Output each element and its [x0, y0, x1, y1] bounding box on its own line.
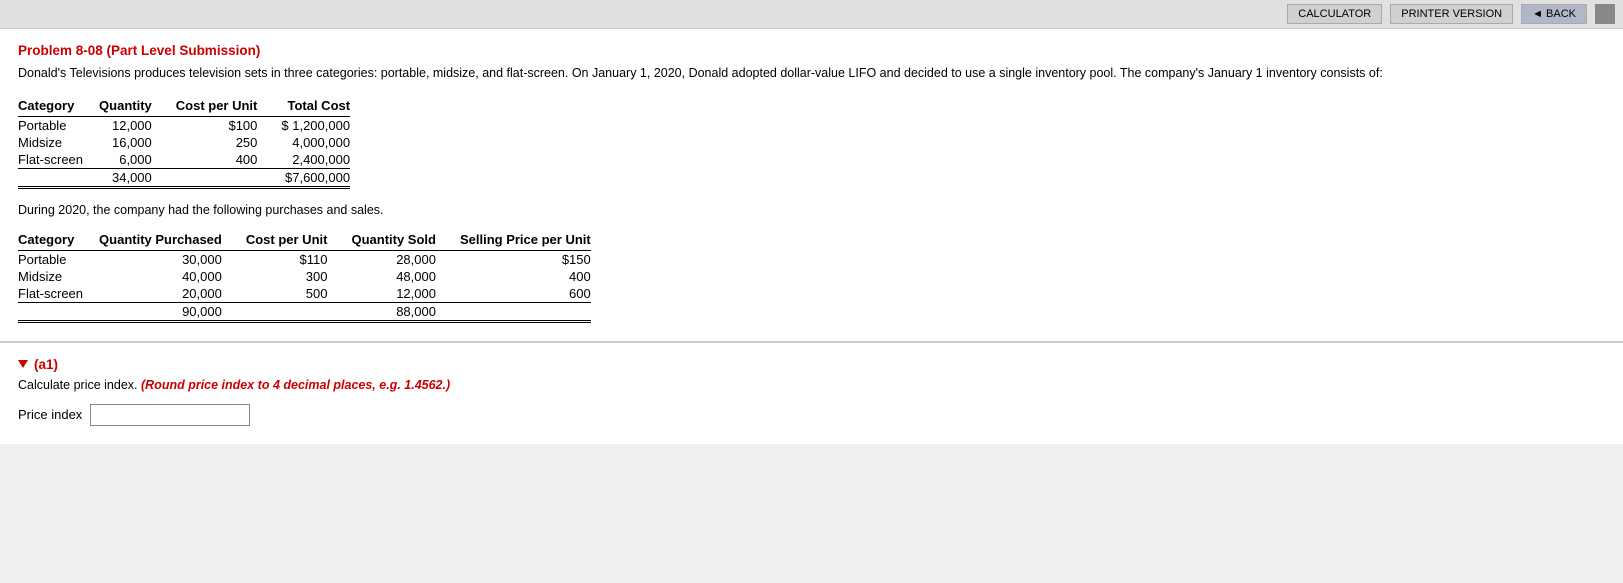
cost-midsize: 250	[176, 134, 282, 151]
problem-description: Donald's Televisions produces television…	[18, 64, 1605, 83]
problem-title: Problem 8-08 (Part Level Submission)	[18, 43, 1605, 58]
total-quantity: 34,000	[99, 168, 176, 187]
p-cost-portable: $110	[246, 250, 352, 268]
main-container: Problem 8-08 (Part Level Submission) Don…	[0, 29, 1623, 444]
collapse-icon[interactable]	[18, 360, 28, 368]
table-row: Flat-screen 6,000 400 2,400,000	[18, 151, 350, 169]
answer-section: (a1) Calculate price index. (Round price…	[0, 343, 1623, 444]
table-row: Midsize 16,000 250 4,000,000	[18, 134, 350, 151]
problem-section: Problem 8-08 (Part Level Submission) Don…	[0, 29, 1623, 343]
p-cost-midsize: 300	[246, 268, 352, 285]
calculator-button[interactable]: CALCULATOR	[1287, 4, 1382, 24]
p-qty-purchased-flatscreen: 20,000	[99, 285, 246, 303]
top-bar: CALCULATOR PRINTER VERSION ◄ BACK	[0, 0, 1623, 29]
inventory-header-category: Category	[18, 97, 99, 117]
printer-version-button[interactable]: PRINTER VERSION	[1390, 4, 1513, 24]
total-portable: $ 1,200,000	[281, 116, 350, 134]
total-midsize: 4,000,000	[281, 134, 350, 151]
purchases-table: Category Quantity Purchased Cost per Uni…	[18, 231, 591, 323]
p-sell-portable: $150	[460, 250, 591, 268]
menu-icon	[1595, 4, 1615, 24]
p-sell-flatscreen: 600	[460, 285, 591, 303]
purchases-total-row: 90,000 88,000	[18, 302, 591, 321]
price-index-row: Price index	[18, 404, 1605, 426]
p-category-midsize: Midsize	[18, 268, 99, 285]
p-total-qty-purchased: 90,000	[99, 302, 246, 321]
answer-instructions: Calculate price index. (Round price inde…	[18, 378, 1605, 392]
inventory-total-row: 34,000 $7,600,000	[18, 168, 350, 187]
purchases-header-qty-purchased: Quantity Purchased	[99, 231, 246, 251]
category-midsize: Midsize	[18, 134, 99, 151]
p-total-qty-sold: 88,000	[351, 302, 460, 321]
grand-total-cost: $7,600,000	[281, 168, 350, 187]
p-qty-purchased-portable: 30,000	[99, 250, 246, 268]
table-row: Portable 12,000 $100 $ 1,200,000	[18, 116, 350, 134]
answer-title: (a1)	[18, 357, 1605, 372]
purchases-header-category: Category	[18, 231, 99, 251]
table-row: Flat-screen 20,000 500 12,000 600	[18, 285, 591, 303]
p-sell-midsize: 400	[460, 268, 591, 285]
inventory-header-quantity: Quantity	[99, 97, 176, 117]
quantity-flatscreen: 6,000	[99, 151, 176, 169]
inventory-header-cost: Cost per Unit	[176, 97, 282, 117]
p-qty-sold-midsize: 48,000	[351, 268, 460, 285]
total-flatscreen: 2,400,000	[281, 151, 350, 169]
p-qty-sold-portable: 28,000	[351, 250, 460, 268]
category-portable: Portable	[18, 116, 99, 134]
table-row: Portable 30,000 $110 28,000 $150	[18, 250, 591, 268]
category-flatscreen: Flat-screen	[18, 151, 99, 169]
p-qty-sold-flatscreen: 12,000	[351, 285, 460, 303]
price-index-label: Price index	[18, 407, 82, 422]
cost-flatscreen: 400	[176, 151, 282, 169]
purchases-header-selling-price: Selling Price per Unit	[460, 231, 591, 251]
instruction-italic: (Round price index to 4 decimal places, …	[141, 378, 450, 392]
quantity-portable: 12,000	[99, 116, 176, 134]
inventory-header-total: Total Cost	[281, 97, 350, 117]
cost-portable: $100	[176, 116, 282, 134]
purchases-header-cost: Cost per Unit	[246, 231, 352, 251]
instruction-plain: Calculate price index.	[18, 378, 138, 392]
price-index-input[interactable]	[90, 404, 250, 426]
quantity-midsize: 16,000	[99, 134, 176, 151]
p-qty-purchased-midsize: 40,000	[99, 268, 246, 285]
p-cost-flatscreen: 500	[246, 285, 352, 303]
inventory-table: Category Quantity Cost per Unit Total Co…	[18, 97, 350, 189]
p-category-flatscreen: Flat-screen	[18, 285, 99, 303]
purchases-description: During 2020, the company had the followi…	[18, 203, 1605, 217]
part-label: (a1)	[34, 357, 58, 372]
purchases-header-qty-sold: Quantity Sold	[351, 231, 460, 251]
table-row: Midsize 40,000 300 48,000 400	[18, 268, 591, 285]
p-category-portable: Portable	[18, 250, 99, 268]
back-button[interactable]: ◄ BACK	[1521, 4, 1587, 24]
